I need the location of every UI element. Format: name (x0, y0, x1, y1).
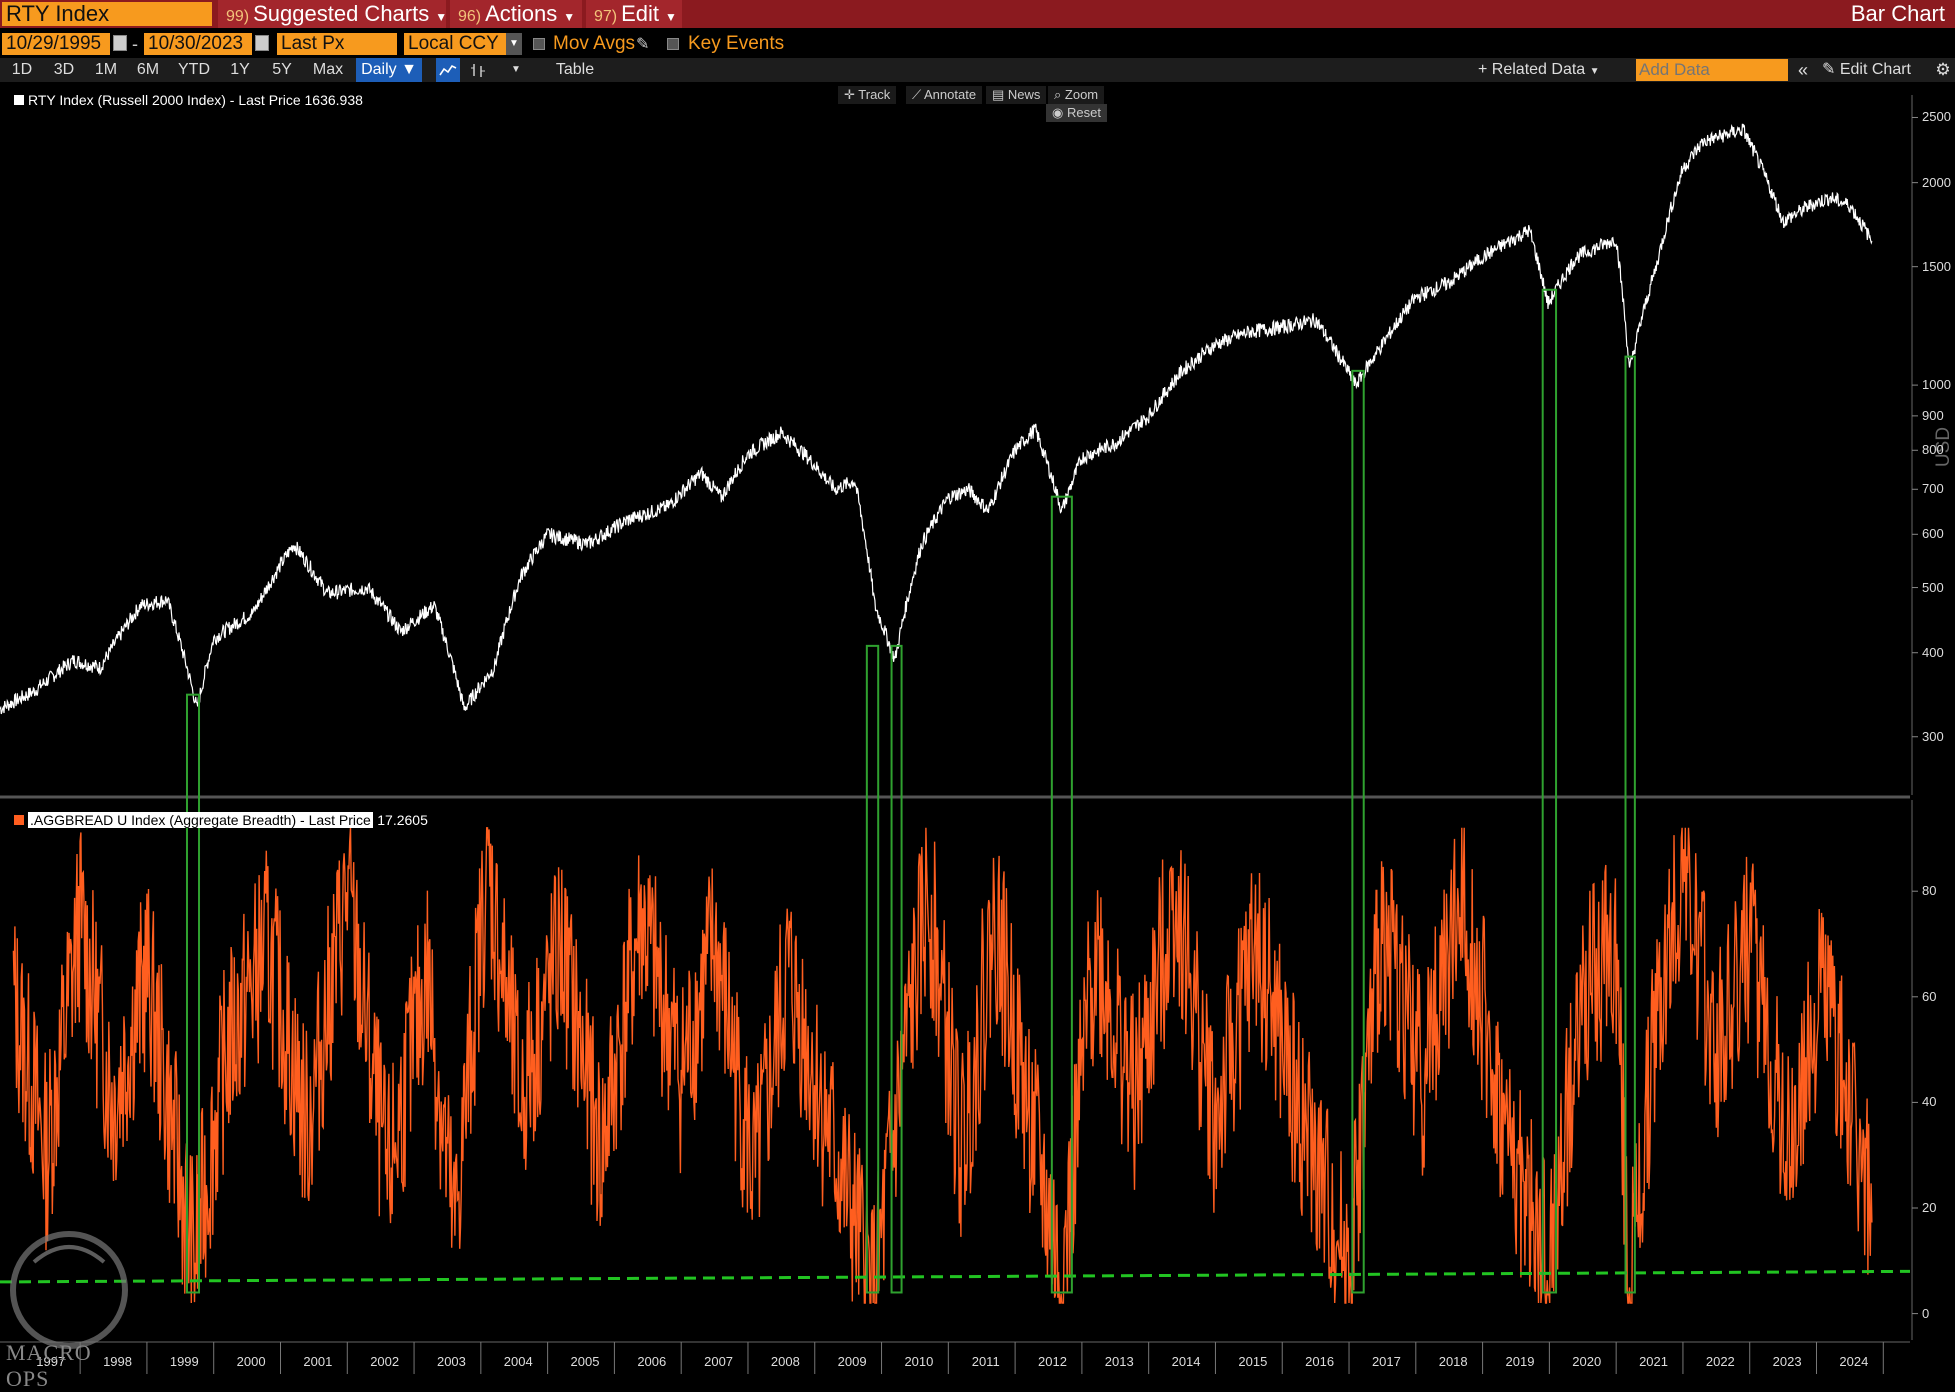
year-tick-label: 2007 (704, 1354, 734, 1369)
annotate-label: Annotate (924, 87, 977, 102)
legend-swatch (14, 815, 24, 825)
bottom-axis-tick-label: 80 (1922, 883, 1937, 899)
news-tool[interactable]: ▤ News (986, 86, 1047, 104)
pencil-icon: ⟋ (912, 87, 924, 102)
year-tick-label: 2002 (370, 1354, 400, 1369)
year-tick-label: 2020 (1572, 1354, 1602, 1369)
top-axis-tick-label: 2500 (1922, 109, 1951, 125)
year-tick-label: 2012 (1038, 1354, 1067, 1369)
bottom-legend: .AGGBREAD U Index (Aggregate Breadth) - … (14, 812, 428, 830)
top-axis-tick-label: 500 (1922, 579, 1944, 595)
year-tick-label: 2019 (1505, 1354, 1535, 1369)
year-tick-label: 2024 (1839, 1354, 1869, 1369)
year-tick-label: 2011 (971, 1354, 1000, 1369)
year-tick-label: 2013 (1104, 1354, 1134, 1369)
top-axis-tick-label: 2000 (1922, 174, 1951, 190)
year-tick-label: 2009 (837, 1354, 867, 1369)
year-tick-label: 2023 (1772, 1354, 1802, 1369)
top-legend: RTY Index (Russell 2000 Index) - Last Pr… (14, 92, 363, 110)
top-axis-tick-label: 700 (1922, 481, 1944, 497)
year-tick-label: 2014 (1171, 1354, 1201, 1369)
year-tick-label: 2016 (1305, 1354, 1335, 1369)
legend-swatch (14, 95, 24, 105)
watermark-text: MACRO OPS (6, 1340, 92, 1391)
year-tick-label: 2006 (637, 1354, 667, 1369)
threshold-dashed-line (0, 1269, 1911, 1284)
top-axis-tick-label: 1500 (1922, 258, 1951, 274)
bottom-axis-tick-label: 60 (1922, 988, 1937, 1004)
top-axis-tick-label: 300 (1922, 728, 1944, 744)
reset-label: Reset (1066, 105, 1101, 120)
year-tick-label: 2000 (236, 1354, 266, 1369)
zoom-tool[interactable]: ⌕ Zoom (1048, 86, 1105, 104)
price-series-line (0, 123, 1873, 715)
year-tick-label: 2005 (570, 1354, 600, 1369)
macro-ops-logo: MACRO OPS (4, 1222, 134, 1391)
track-label: Track (858, 87, 891, 102)
top-axis-tick-label: 800 (1922, 442, 1944, 458)
chart-canvas[interactable] (0, 0, 1955, 1374)
year-tick-label: 2010 (904, 1354, 934, 1369)
year-tick-label: 2021 (1639, 1354, 1668, 1369)
year-tick-label: 2001 (303, 1354, 333, 1369)
top-axis-tick-label: 1000 (1922, 377, 1951, 393)
top-axis-tick-label: 600 (1922, 526, 1944, 542)
year-tick-label: 2015 (1238, 1354, 1268, 1369)
crosshair-icon: ✛ (844, 87, 859, 102)
breadth-series-line (12, 827, 1873, 1304)
year-tick-label: 2022 (1705, 1354, 1735, 1369)
bottom-axis-tick-label: 0 (1922, 1305, 1930, 1321)
news-label: News (1007, 87, 1041, 102)
year-tick-label: 1999 (169, 1354, 199, 1369)
year-tick-label: 2017 (1371, 1354, 1401, 1369)
reset-icon: ◉ (1052, 105, 1067, 120)
track-tool[interactable]: ✛ Track (838, 86, 897, 104)
bottom-axis-tick-label: 40 (1922, 1094, 1937, 1110)
highlight-window-box (1541, 288, 1558, 1294)
bottom-legend-text: .AGGBREAD U Index (Aggregate Breadth) - … (28, 812, 373, 828)
news-icon: ▤ (992, 87, 1008, 102)
logo-circle-icon (10, 1231, 128, 1349)
year-tick-label: 2004 (503, 1354, 533, 1369)
top-legend-text: RTY Index (Russell 2000 Index) - Last Pr… (28, 92, 363, 108)
reset-button[interactable]: ◉ Reset (1046, 104, 1107, 122)
bottom-axis-tick-label: 20 (1922, 1200, 1937, 1215)
year-tick-label: 2003 (436, 1354, 466, 1369)
bottom-legend-value: 17.2605 (377, 812, 428, 828)
annotate-tool[interactable]: ⟋ Annotate (906, 86, 983, 104)
magnifier-icon: ⌕ (1054, 87, 1065, 102)
zoom-label: Zoom (1064, 87, 1099, 102)
year-tick-label: 2018 (1438, 1354, 1468, 1369)
top-axis-tick-label: 400 (1922, 644, 1944, 660)
year-tick-label: 2008 (770, 1354, 800, 1369)
highlight-window-box (865, 644, 880, 1294)
highlight-window-box (1624, 355, 1636, 1294)
top-axis-tick-label: 900 (1922, 407, 1944, 423)
